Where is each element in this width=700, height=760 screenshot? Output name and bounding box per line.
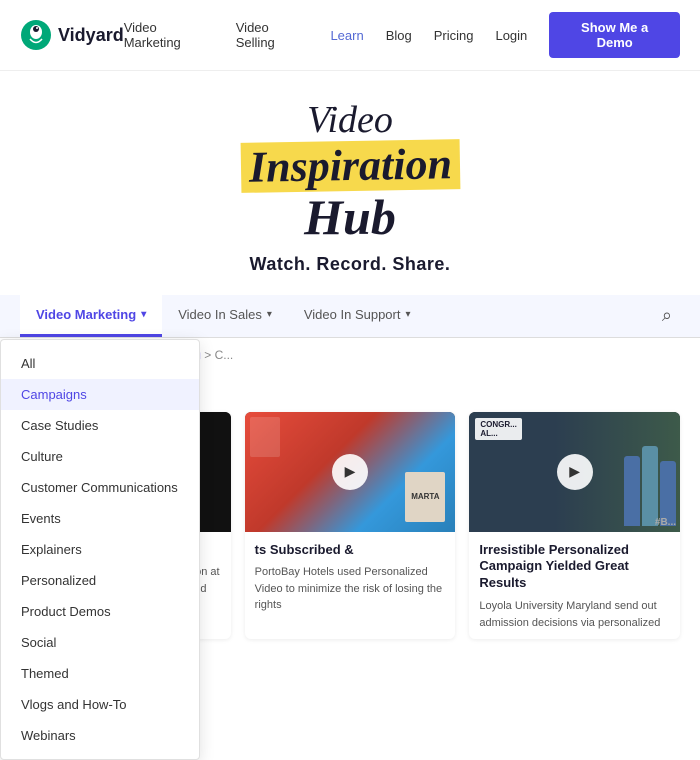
- show-demo-button[interactable]: Show Me a Demo: [549, 12, 680, 58]
- vidyard-logo-icon: [20, 19, 52, 51]
- hero-subtitle: Watch. Record. Share.: [20, 254, 680, 275]
- dropdown-themed[interactable]: Themed: [1, 658, 199, 689]
- dropdown-webinars[interactable]: Webinars: [1, 720, 199, 751]
- search-button[interactable]: ⌕: [654, 297, 680, 334]
- navbar: Vidyard Video Marketing Video Selling Le…: [0, 0, 700, 71]
- dropdown-campaigns[interactable]: Campaigns: [1, 379, 199, 410]
- play-button-2[interactable]: ▶: [332, 454, 368, 490]
- card-title-3: Irresistible Personalized Campaign Yield…: [479, 542, 670, 593]
- logo: Vidyard: [20, 19, 124, 51]
- dropdown-all[interactable]: All: [1, 348, 199, 379]
- dropdown-vlogs[interactable]: Vlogs and How-To: [1, 689, 199, 720]
- dropdown-explainers[interactable]: Explainers: [1, 534, 199, 565]
- hero-section: Video Inspiration Hub Watch. Record. Sha…: [0, 71, 700, 295]
- dropdown-social[interactable]: Social: [1, 627, 199, 658]
- nav-video-selling[interactable]: Video Selling: [236, 20, 309, 50]
- hero-line3: Hub: [20, 191, 680, 244]
- card-title-2: ts Subscribed &: [255, 542, 446, 559]
- dropdown-culture[interactable]: Culture: [1, 441, 199, 472]
- card-thumb-3: CONGR...AL... #B... ▶: [469, 412, 680, 532]
- card-desc-2: PortoBay Hotels used Personalized Video …: [255, 564, 446, 614]
- dropdown-product-demos[interactable]: Product Demos: [1, 596, 199, 627]
- chevron-down-icon: ▾: [141, 309, 146, 320]
- nav-video-marketing[interactable]: Video Marketing: [124, 20, 214, 50]
- tab-video-marketing[interactable]: Video Marketing ▾: [20, 295, 162, 337]
- breadcrumb-current: C...: [215, 348, 234, 362]
- chevron-down-icon: ▾: [267, 309, 272, 320]
- card-subscribed: MARTA ▶ ts Subscribed & PortoBay Hotels …: [245, 412, 456, 640]
- nav-login[interactable]: Login: [495, 28, 527, 43]
- video-marketing-dropdown: All Campaigns Case Studies Culture Custo…: [0, 339, 200, 760]
- hero-inspiration: Inspiration: [240, 139, 460, 193]
- nav-pricing[interactable]: Pricing: [434, 28, 474, 43]
- dropdown-events[interactable]: Events: [1, 503, 199, 534]
- card-thumb-2: MARTA ▶: [245, 412, 456, 532]
- card-irresistible: CONGR...AL... #B... ▶ Irresistible Perso…: [469, 412, 680, 640]
- card-body-3: Irresistible Personalized Campaign Yield…: [469, 532, 680, 640]
- dropdown-case-studies[interactable]: Case Studies: [1, 410, 199, 441]
- hero-line1: Video: [20, 101, 680, 141]
- nav-learn[interactable]: Learn: [330, 28, 363, 43]
- nav-blog[interactable]: Blog: [386, 28, 412, 43]
- play-button-3[interactable]: ▶: [557, 454, 593, 490]
- dropdown-personalized[interactable]: Personalized: [1, 565, 199, 596]
- tabs-bar: Video Marketing ▾ Video In Sales ▾ Video…: [0, 295, 700, 338]
- tabs-wrapper: Video Marketing ▾ Video In Sales ▾ Video…: [0, 295, 700, 338]
- card-body-2: ts Subscribed & PortoBay Hotels used Per…: [245, 532, 456, 622]
- dropdown-customer-comms[interactable]: Customer Communications: [1, 472, 199, 503]
- nav-links: Video Marketing Video Selling Learn Blog…: [124, 12, 680, 58]
- tab-video-in-sales[interactable]: Video In Sales ▾: [162, 295, 288, 337]
- tab-video-in-support[interactable]: Video In Support ▾: [288, 295, 427, 337]
- chevron-down-icon: ▾: [405, 309, 410, 320]
- logo-text: Vidyard: [58, 25, 124, 46]
- hero-line2: Inspiration: [241, 141, 460, 191]
